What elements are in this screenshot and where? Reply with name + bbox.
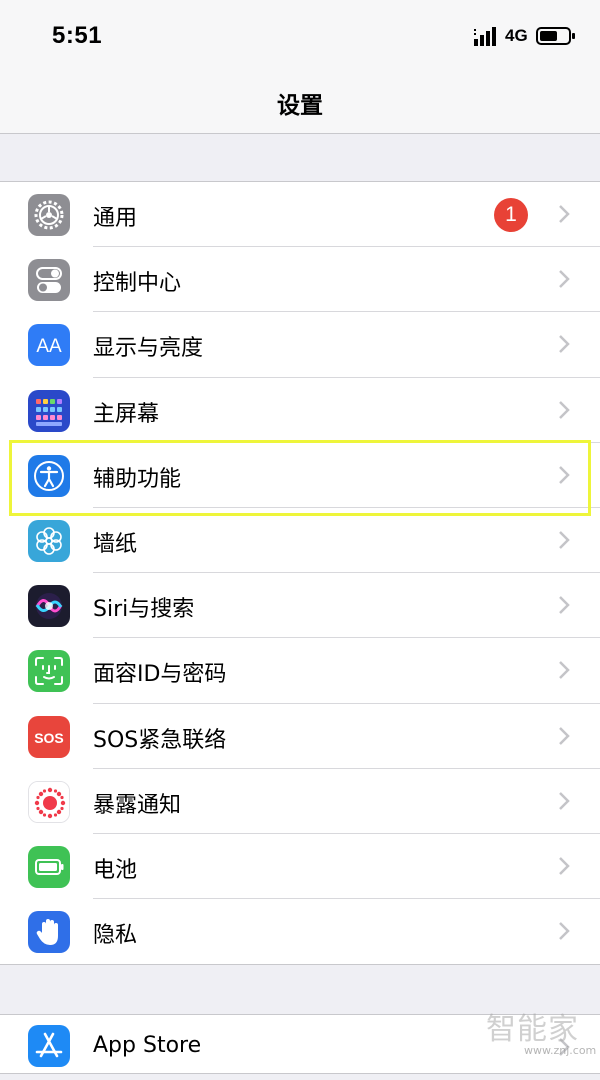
signal-bars-icon	[474, 27, 496, 46]
settings-row-emergency-sos[interactable]: SOS SOS紧急联络	[0, 704, 600, 769]
settings-row-label: 辅助功能	[93, 466, 182, 492]
settings-row-control-center[interactable]: 控制中心	[0, 247, 600, 313]
chevron-right-icon	[559, 205, 570, 223]
settings-row-battery[interactable]: 电池	[0, 834, 600, 900]
watermark-text: 智能家	[486, 1012, 579, 1047]
app-store-icon	[28, 1025, 70, 1067]
settings-row-siri[interactable]: Siri与搜索	[0, 573, 600, 639]
exposure-dots-icon	[28, 780, 70, 823]
settings-row-home-screen[interactable]: 主屏幕	[0, 378, 600, 443]
settings-row-label: App Store	[93, 1033, 202, 1058]
settings-row-accessibility[interactable]: 辅助功能	[0, 443, 600, 508]
settings-row-label: 面容ID与密码	[93, 662, 227, 688]
chevron-right-icon	[559, 661, 570, 680]
chevron-right-icon	[559, 596, 570, 615]
page-title: 设置	[277, 93, 323, 119]
settings-row-face-id[interactable]: 面容ID与密码	[0, 638, 600, 704]
settings-row-label: 通用	[93, 206, 138, 231]
chevron-right-icon	[559, 270, 570, 289]
navigation-bar: 设置	[0, 70, 600, 134]
accessibility-person-icon	[28, 454, 70, 497]
chevron-right-icon	[559, 465, 570, 484]
settings-row-label: 墙纸	[93, 531, 138, 557]
settings-row-label: 暴露通知	[93, 792, 182, 818]
settings-row-privacy[interactable]: 隐私	[0, 899, 600, 964]
sos-icon: SOS	[28, 715, 70, 758]
settings-row-wallpaper[interactable]: 墙纸	[0, 508, 600, 574]
settings-row-exposure-notifications[interactable]: 暴露通知	[0, 769, 600, 834]
chevron-right-icon	[559, 531, 570, 549]
chevron-right-icon	[559, 335, 570, 354]
settings-row-label: 电池	[93, 857, 138, 883]
flower-icon	[28, 519, 70, 562]
aa-text-icon: AA	[28, 324, 70, 367]
settings-row-label: 控制中心	[93, 271, 182, 297]
settings-row-general[interactable]: 通用 1	[0, 182, 600, 248]
app-grid-icon	[28, 389, 70, 432]
svg-text:AA: AA	[36, 336, 62, 357]
settings-row-label: 主屏幕	[93, 401, 160, 427]
siri-orb-icon	[28, 585, 70, 628]
network-type: 4G	[505, 26, 528, 45]
toggle-switches-icon	[28, 259, 70, 302]
chevron-right-icon	[559, 922, 570, 940]
notification-badge: 1	[494, 198, 528, 232]
settings-row-label: SOS紧急联络	[93, 727, 227, 753]
status-time: 5:51	[52, 22, 103, 49]
settings-list: 通用 1 控制中心 AA 显示与亮度 主屏幕 辅助功能 墙纸 Siri与搜索 面…	[0, 181, 600, 966]
settings-row-label: 显示与亮度	[93, 336, 204, 362]
settings-row-label: 隐私	[93, 923, 138, 949]
settings-row-display[interactable]: AA 显示与亮度	[0, 312, 600, 378]
watermark-url: www.znj.com	[524, 1044, 597, 1057]
settings-row-label: Siri与搜索	[93, 597, 195, 623]
battery-icon	[536, 27, 575, 45]
status-bar: 5:51 4G	[0, 0, 600, 70]
chevron-right-icon	[559, 856, 570, 875]
face-id-icon	[28, 650, 70, 693]
gear-icon	[28, 194, 70, 236]
chevron-right-icon	[559, 400, 570, 419]
chevron-right-icon	[559, 726, 570, 745]
svg-text:SOS: SOS	[34, 730, 64, 746]
hand-icon	[28, 911, 70, 954]
chevron-right-icon	[559, 791, 570, 810]
battery-icon	[28, 845, 70, 888]
